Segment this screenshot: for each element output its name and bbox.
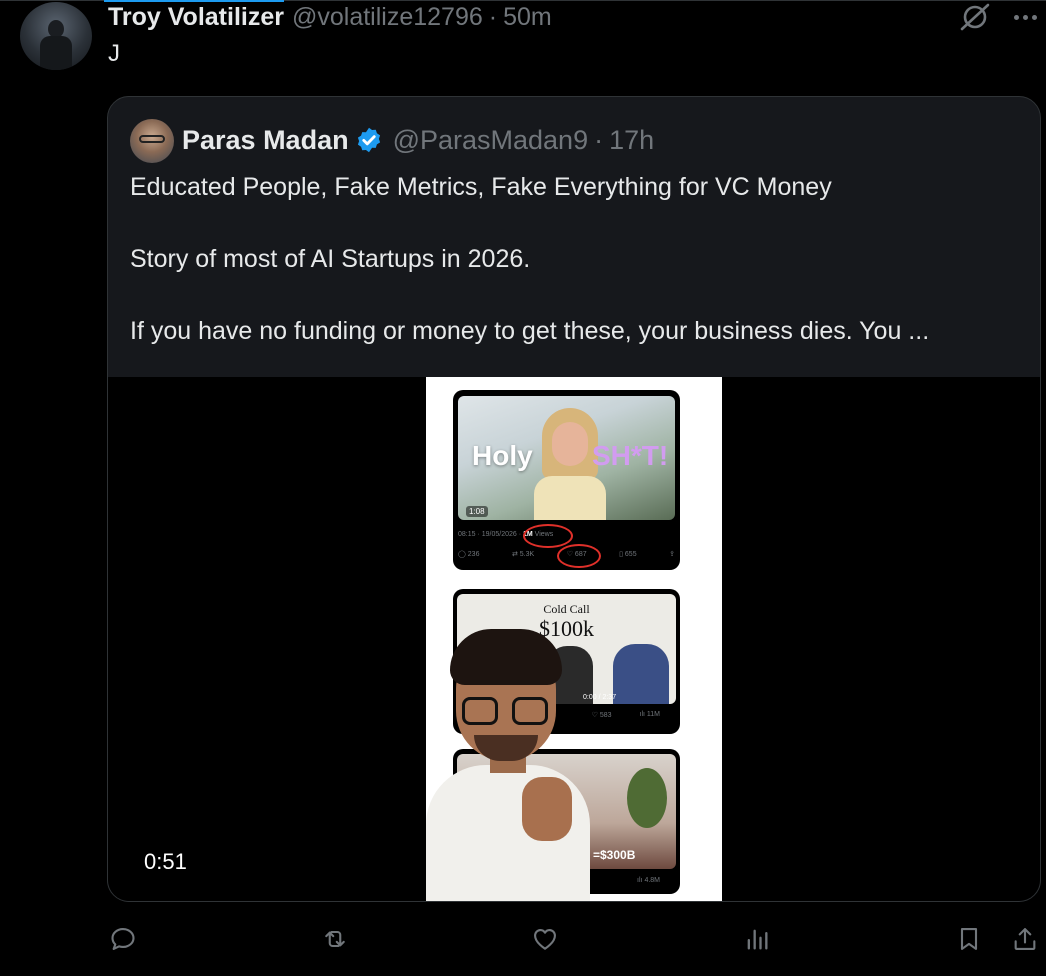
plant-shape	[627, 768, 667, 828]
video-player[interactable]: Holy SH*T! 1:08 08:15 · 19/05/2026 · 1M …	[108, 377, 1040, 901]
embedded-reply-count: ◯ 236	[458, 551, 480, 558]
bookmark-icon	[960, 928, 978, 950]
embedded-date: 08:15 · 19/05/2026 ·	[458, 531, 523, 538]
embedded-like-count: ♡ 583	[591, 712, 612, 719]
quoted-author-name[interactable]: Paras Madan	[182, 125, 349, 156]
person-figure	[613, 644, 669, 704]
embedded-views-count: ılı 4.8M	[637, 877, 660, 884]
repost-icon	[325, 930, 345, 948]
quoted-post[interactable]: Paras Madan @ParasMadan9 · 17h Educated …	[107, 96, 1041, 902]
overlay-text: Holy	[472, 440, 533, 471]
presenter-glasses	[512, 697, 548, 725]
heart-icon	[534, 928, 556, 950]
embedded-overlay-label: =$300B	[593, 848, 636, 862]
presenter-hair	[450, 629, 562, 685]
avatar-figure-body	[40, 36, 72, 70]
reply-button[interactable]	[106, 922, 140, 956]
views-icon	[747, 929, 768, 950]
embedded-bookmark-count: ▯ 655	[619, 551, 637, 558]
share-icon	[1014, 928, 1036, 950]
red-annotation-circle	[557, 544, 601, 568]
presenter-glasses	[462, 697, 498, 725]
quoted-text-line: Story of most of AI Startups in 2026.	[130, 245, 531, 273]
red-annotation-circle	[523, 524, 573, 548]
woman-face	[552, 422, 588, 466]
author-name[interactable]: Troy Volatilizer	[108, 3, 284, 32]
bookmark-button[interactable]	[952, 922, 986, 956]
reply-icon	[111, 928, 135, 950]
quoted-text-line: If you have no funding or money to get t…	[130, 317, 930, 345]
author-handle[interactable]: @volatilize12796	[292, 3, 483, 32]
woman-body	[534, 476, 606, 520]
post-header: Troy Volatilizer @volatilize12796 · 50m	[108, 2, 552, 32]
grok-icon[interactable]	[958, 2, 992, 32]
more-options-icon[interactable]	[1010, 6, 1040, 28]
quoted-author-handle[interactable]: @ParasMadan9	[393, 125, 589, 156]
post-action-bar	[0, 922, 1046, 962]
embedded-repost-count: ⇄ 5.3K	[511, 551, 535, 558]
separator-dot: ·	[594, 124, 604, 155]
like-button[interactable]	[528, 922, 562, 956]
verified-badge-icon	[357, 127, 380, 153]
presenter-figure	[426, 627, 590, 901]
presenter-hand	[522, 777, 572, 841]
quoted-post-timestamp[interactable]: 17h	[609, 125, 654, 156]
embedded-post-screenshot: Holy SH*T! 1:08 08:15 · 19/05/2026 · 1M …	[453, 390, 680, 570]
author-avatar[interactable]	[20, 2, 92, 70]
views-button[interactable]	[740, 922, 774, 956]
embedded-duration: 1:08	[466, 506, 488, 517]
quoted-text-line: Educated People, Fake Metrics, Fake Ever…	[130, 173, 832, 201]
avatar-glasses	[139, 135, 165, 143]
video-duration: 0:51	[144, 849, 187, 874]
repost-button[interactable]	[318, 922, 352, 956]
overlay-text: SH*T!	[592, 440, 669, 471]
embedded-title-small: Cold Call	[543, 602, 590, 616]
post-text: J	[108, 40, 120, 67]
video-frame: Holy SH*T! 1:08 08:15 · 19/05/2026 · 1M …	[426, 377, 722, 901]
quoted-post-header: Paras Madan @ParasMadan9 · 17h	[182, 123, 654, 157]
embedded-video-thumbnail: Holy SH*T! 1:08	[458, 396, 675, 520]
presenter-beard	[474, 735, 538, 761]
embedded-share-icon: ⇪	[669, 551, 675, 558]
separator-dot: ·	[488, 2, 498, 31]
post-timestamp[interactable]: 50m	[503, 3, 552, 32]
quoted-author-avatar[interactable]	[130, 119, 174, 163]
share-button[interactable]	[1008, 922, 1042, 956]
embedded-views-count: ılı 11M	[639, 711, 661, 718]
